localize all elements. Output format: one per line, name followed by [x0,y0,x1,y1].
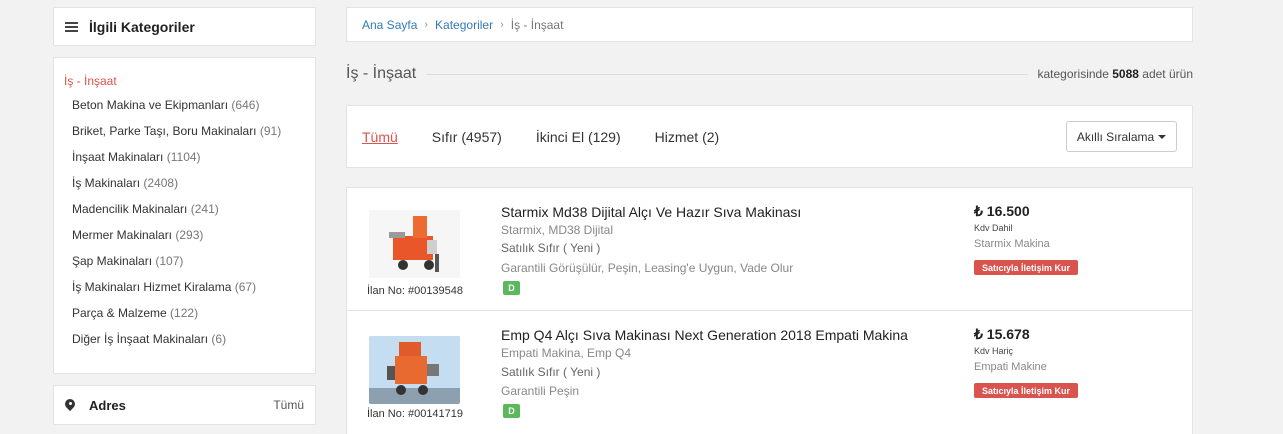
active-category[interactable]: İş - İnşaat [64,74,315,98]
category-count: (122) [170,306,199,320]
breadcrumb: Ana Sayfa › Kategoriler › İş - İnşaat [346,7,1193,42]
category-count: (2408) [143,176,179,190]
seller-name[interactable]: Empati Makine [974,361,1047,373]
tab-all[interactable]: Tümü [362,129,398,145]
category-count: (241) [190,202,219,216]
caret-down-icon [1158,134,1167,139]
category-count: (1104) [166,150,201,164]
divider [426,73,1028,75]
seller-name[interactable]: Starmix Makina [974,238,1050,250]
category-count: (6) [211,332,227,346]
condition: Satılık Sıfır ( Yeni ) [501,241,601,255]
category-item[interactable]: Mermer Makinaları (293) [64,228,315,254]
category-item[interactable]: Şap Makinaları (107) [64,254,315,280]
count-suffix: adet ürün [1142,67,1193,81]
category-label: Parça & Malzeme [72,306,167,320]
related-categories-title: İlgili Kategoriler [89,18,195,35]
count-prefix: kategorisinde [1037,67,1109,81]
listing-container: İlan No: #00139548 Starmix Md38 Dijital … [346,187,1193,434]
product-count: kategorisinde 5088 adet ürün [1038,67,1194,81]
breadcrumb-current: İş - İnşaat [510,17,564,32]
category-label: İş Makinaları Hizmet Kiralama [72,280,232,294]
brand-model: Empati Makina, Emp Q4 [501,346,632,360]
category-count: (646) [231,98,260,112]
category-label: İş Makinaları [72,176,141,190]
category-list: İş - İnşaat Beton Makina ve Ekipmanları … [53,57,316,374]
address-all-link[interactable]: Tümü [273,398,304,412]
tab-used[interactable]: İkinci El (129) [536,129,621,145]
category-count: (107) [155,254,184,268]
category-label: Şap Makinaları [72,254,153,268]
category-label: Madencilik Makinaları [72,202,188,216]
map-pin-icon [65,399,75,412]
category-label: İnşaat Makinaları [72,150,164,164]
category-label: Diğer İş İnşaat Makinaları [72,332,209,346]
category-item[interactable]: İş Makinaları (2408) [64,176,315,202]
page-title-row: İş - İnşaat kategorisinde 5088 adet ürün [346,60,1193,88]
product-image[interactable] [369,210,460,278]
contact-seller-button[interactable]: Satıcıyla İletişim Kur [974,383,1079,398]
features: Garantili Görüşülür, Peşin, Leasing'e Uy… [501,261,794,275]
category-count: (67) [234,280,257,294]
address-filter[interactable]: Adres Tümü [53,385,316,425]
sort-dropdown[interactable]: Akıllı Sıralama [1066,121,1177,152]
chevron-right-icon: › [424,18,429,31]
category-label: Mermer Makinaları [72,228,173,242]
d-badge: D [503,404,520,418]
category-label: Beton Makina ve Ekipmanları [72,98,229,112]
product-image[interactable] [369,336,460,404]
category-item[interactable]: Briket, Parke Taşı, Boru Makinaları (91) [64,124,315,150]
count-value: 5088 [1112,67,1139,81]
ad-number: İlan No: #00141719 [367,408,464,420]
category-item[interactable]: İnşaat Makinaları (1104) [64,150,315,176]
brand-model: Starmix, MD38 Dijital [501,223,614,237]
category-item[interactable]: Beton Makina ve Ekipmanları (646) [64,98,315,124]
tab-new[interactable]: Sıfır (4957) [432,129,502,145]
tab-service[interactable]: Hizmet (2) [655,129,720,145]
address-title: Adres [89,397,126,413]
listing-item[interactable]: İlan No: #00139548 Starmix Md38 Dijital … [347,188,1192,311]
listing-title[interactable]: Starmix Md38 Dijital Alçı Ve Hazır Sıva … [501,204,801,220]
price: ₺ 15.678 [974,326,1030,342]
category-item[interactable]: İş Makinaları Hizmet Kiralama (67) [64,280,315,306]
category-label: Briket, Parke Taşı, Boru Makinaları [72,124,257,138]
page-title: İş - İnşaat [346,65,417,82]
category-item[interactable]: Parça & Malzeme (122) [64,306,315,332]
contact-seller-button[interactable]: Satıcıyla İletişim Kur [974,260,1079,275]
listing-item[interactable]: İlan No: #00141719 Emp Q4 Alçı Sıva Maki… [347,312,1192,434]
category-count: (91) [259,124,282,138]
chevron-right-icon: › [500,18,504,31]
condition-tabs: Tümü Sıfır (4957) İkinci El (129) Hizmet… [346,105,1193,168]
category-item[interactable]: Diğer İş İnşaat Makinaları (6) [64,332,315,358]
tax-info: Kdv Dahil [974,223,1013,233]
ad-number: İlan No: #00139548 [367,285,464,297]
listing-title[interactable]: Emp Q4 Alçı Sıva Makinası Next Generatio… [501,327,908,343]
tax-info: Kdv Hariç [974,346,1014,356]
menu-icon[interactable] [65,21,78,32]
sort-label: Akıllı Sıralama [1076,129,1155,144]
condition: Satılık Sıfır ( Yeni ) [501,365,601,379]
related-categories-header: İlgili Kategoriler [53,7,316,46]
category-item[interactable]: Madencilik Makinaları (241) [64,202,315,228]
d-badge: D [503,281,520,295]
breadcrumb-categories[interactable]: Kategoriler [435,18,493,32]
features: Garantili Peşin [501,384,580,398]
price: ₺ 16.500 [974,203,1030,219]
category-count: (293) [175,228,204,242]
breadcrumb-home[interactable]: Ana Sayfa [362,18,417,32]
